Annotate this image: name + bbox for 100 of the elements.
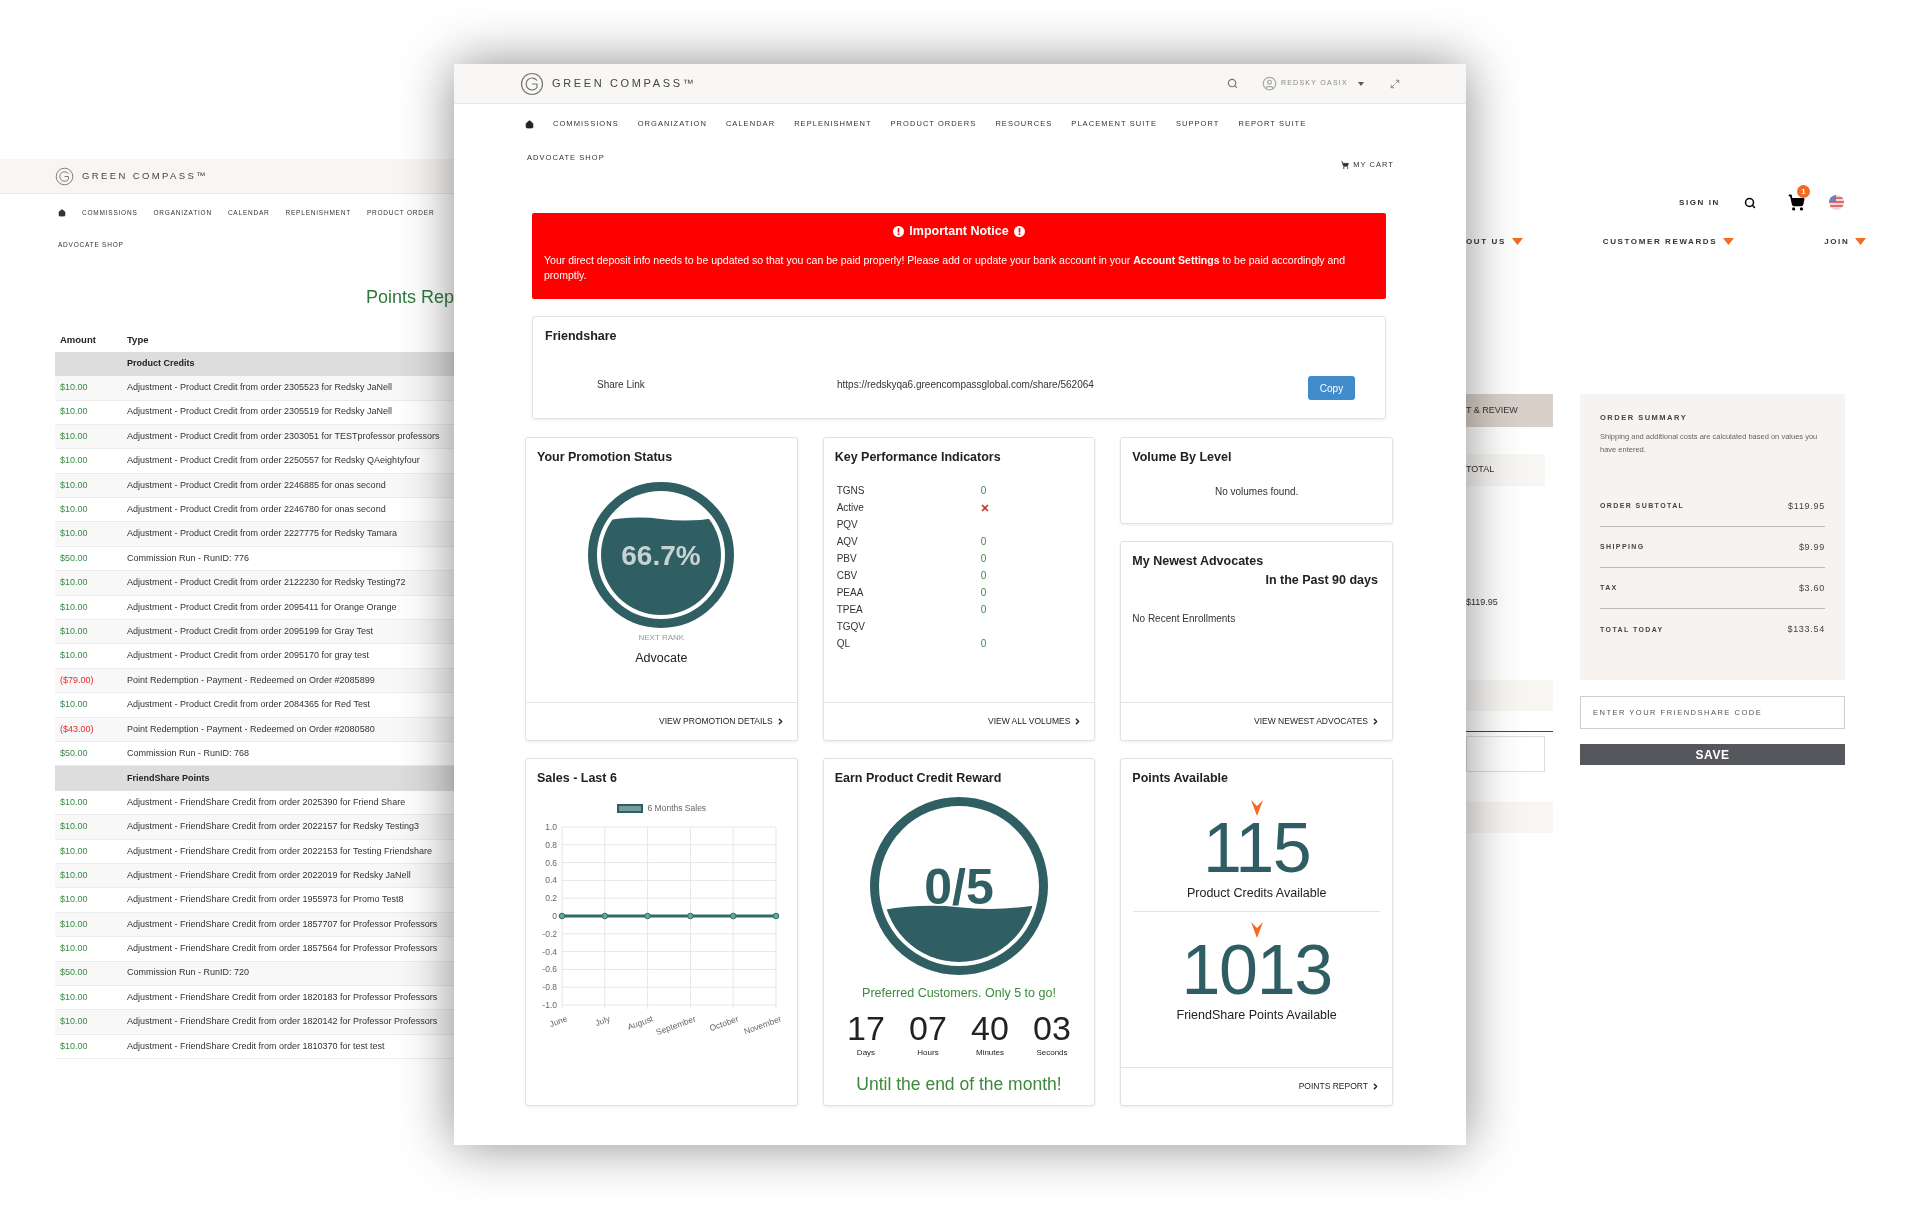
y-tick-label: 0.8	[545, 839, 558, 850]
kpi-value: 0	[980, 637, 987, 651]
amount-cell-text: $10.00	[59, 795, 89, 809]
type-cell: Adjustment - Product Credit from order 2084365 for Red Test	[127, 698, 370, 712]
y-tick-label: -0.2	[542, 928, 558, 939]
kpi-label: CBV	[836, 569, 859, 583]
kpi-label: PEAA	[836, 586, 865, 600]
y-tick-label: 0.4	[545, 875, 558, 886]
kpi-label: TPEA	[836, 603, 864, 617]
amount-cell-text: $10.00	[59, 478, 89, 492]
kpi-value: 0	[980, 603, 987, 617]
amount-cell-text: $10.00	[59, 844, 89, 858]
kpi-value: 0	[980, 586, 987, 600]
type-cell: Adjustment - FriendShare Credit from order 2022153 for Testing Friendshare	[127, 844, 432, 858]
type-cell: Adjustment - FriendShare Credit from order 1955973 for Promo Test8	[127, 893, 404, 907]
kpi-value: 0	[980, 535, 987, 549]
kpi-label: PQV	[836, 518, 859, 532]
points-value: 115	[1202, 816, 1311, 880]
x-tick-label: July	[594, 1013, 612, 1028]
share-link-label: Share Link	[597, 377, 646, 392]
y-tick-label: 0.6	[545, 857, 558, 868]
type-cell-text: Adjustment - FriendShare Credit from order 1820183 for Professor Professors	[127, 990, 438, 1004]
amount-cell-text: $10.00	[59, 576, 89, 590]
type-cell-text: Adjustment - FriendShare Credit from order 1810370 for test test	[127, 1039, 385, 1053]
y-tick-label: 1.0	[545, 821, 558, 832]
amount-cell-text: $10.00	[59, 649, 89, 663]
amount-cell-text: $50.00	[59, 551, 89, 565]
share-link-url: https://redskyqa6.greencompassglobal.com/share/562064	[837, 377, 1094, 392]
gauge-value: 66.7%	[621, 539, 702, 571]
amount-cell-text: $10.00	[59, 917, 89, 931]
total-row: TOTAL	[1466, 454, 1545, 486]
type-cell: Adjustment - Product Credit from order 2122230 for Redsky Testing72	[127, 576, 406, 590]
summary-value: $3.60	[1798, 581, 1825, 595]
type-cell-text: Adjustment - FriendShare Credit from order 2022019 for Redsky JaNell	[127, 868, 411, 882]
countdown-value: 07	[909, 1008, 947, 1047]
y-tick-label: -0.8	[542, 981, 558, 992]
amount-cell-text: $10.00	[59, 381, 89, 395]
card-title: Points Available	[1131, 770, 1229, 788]
section-title: FriendShare Points	[127, 771, 210, 785]
countdown-value: 40	[971, 1008, 1009, 1047]
type-cell-text: Point Redemption - Payment - Redeemed on Order #2080580	[127, 722, 375, 736]
type-cell: Adjustment - Product Credit from order 2305523 for Redsky JaNell	[127, 381, 393, 395]
type-cell: Adjustment - Product Credit from order 2246780 for onas second	[127, 503, 386, 517]
amount-cell-text: $10.00	[59, 820, 89, 834]
amount-cell-text: $10.00	[59, 429, 89, 443]
rank-name: Advocate	[635, 650, 688, 667]
amount-cell-text: $10.00	[59, 1015, 89, 1029]
amount-cell-text: $50.00	[59, 746, 89, 760]
countdown-value: 03	[1033, 1008, 1071, 1047]
points-value: 1013	[1181, 937, 1332, 1002]
amount-cell-text: $10.00	[59, 698, 89, 712]
amount-cell-text: $50.00	[59, 966, 89, 980]
kpi-value: 0	[980, 484, 987, 498]
card-title: Your Promotion Status	[536, 449, 674, 467]
reward-message: Preferred Customers. Only 5 to go!	[862, 985, 1056, 1002]
kpi-value: 0	[980, 552, 987, 566]
type-cell-text: Adjustment - Product Credit from order 2303051 for TESTprofessor professors	[127, 429, 440, 443]
y-tick-label: -0.6	[542, 964, 558, 975]
card-title: My Newest Advocates	[1131, 553, 1265, 571]
kpi-label: PBV	[836, 552, 858, 566]
card-title: Key Performance Indicators	[833, 449, 1002, 467]
gauge-value: 0/5	[924, 858, 994, 915]
type-cell-text: Point Redemption - Payment - Redeemed on Order #2085899	[127, 673, 375, 687]
kpi-label: QL	[836, 637, 851, 651]
total-amount: $119.95	[1466, 596, 1499, 609]
type-cell-text: Adjustment - FriendShare Credit from order 2025390 for Friend Share	[127, 795, 406, 809]
card-subtitle: In the Past 90 days	[1265, 572, 1379, 589]
kpi-label: Active	[836, 501, 865, 515]
x-tick-label: June	[548, 1013, 569, 1029]
section-title: Product Credits	[127, 357, 195, 371]
amount-cell-text: $10.00	[59, 1039, 89, 1053]
y-tick-label: 0.2	[545, 892, 558, 903]
summary-value: $133.54	[1787, 623, 1825, 636]
type-cell-text: Commission Run - RunID: 776	[127, 551, 250, 565]
x-tick-label: October	[708, 1013, 741, 1033]
next-rank-caption: NEXT RANK	[638, 632, 685, 644]
summary-value: $119.95	[1788, 499, 1825, 513]
column-header: Type	[127, 332, 149, 347]
page-title: Points Rep	[365, 287, 454, 306]
amount-cell-text: $10.00	[59, 893, 89, 907]
amount-cell-text: $10.00	[59, 868, 89, 882]
amount-cell-text: ($43.00)	[59, 722, 95, 736]
amount-cell-text: $10.00	[59, 942, 89, 956]
type-cell-text: Adjustment - Product Credit from order 2095199 for Gray Test	[127, 625, 373, 638]
amount-cell-text: $10.00	[59, 600, 89, 614]
amount-cell-text: $10.00	[59, 454, 89, 468]
empty-message: No volumes found.	[1213, 485, 1300, 499]
countdown-caption: Until the end of the month!	[856, 1072, 1062, 1096]
type-cell-text: Commission Run - RunID: 768	[127, 746, 250, 760]
type-cell: Adjustment - Product Credit from order 2250557 for Redsky QAeightyfour	[127, 454, 420, 468]
amount-cell-text: $10.00	[59, 990, 89, 1004]
kpi-value: 0	[980, 569, 987, 583]
brand-name: GREEN COMPASS™	[552, 76, 697, 92]
countdown-unit: Hours	[917, 1046, 939, 1059]
countdown-unit: Days	[856, 1046, 876, 1059]
brand-name: GREEN COMPASS™	[82, 168, 208, 183]
legend-label: 6 Months Sales	[647, 802, 707, 815]
card-title: Earn Product Credit Reward	[833, 770, 1003, 788]
amount-cell-text: ($79.00)	[59, 673, 95, 687]
type-cell: Adjustment - FriendShare Credit from order 1820142 for Professor Professors	[127, 1015, 438, 1029]
